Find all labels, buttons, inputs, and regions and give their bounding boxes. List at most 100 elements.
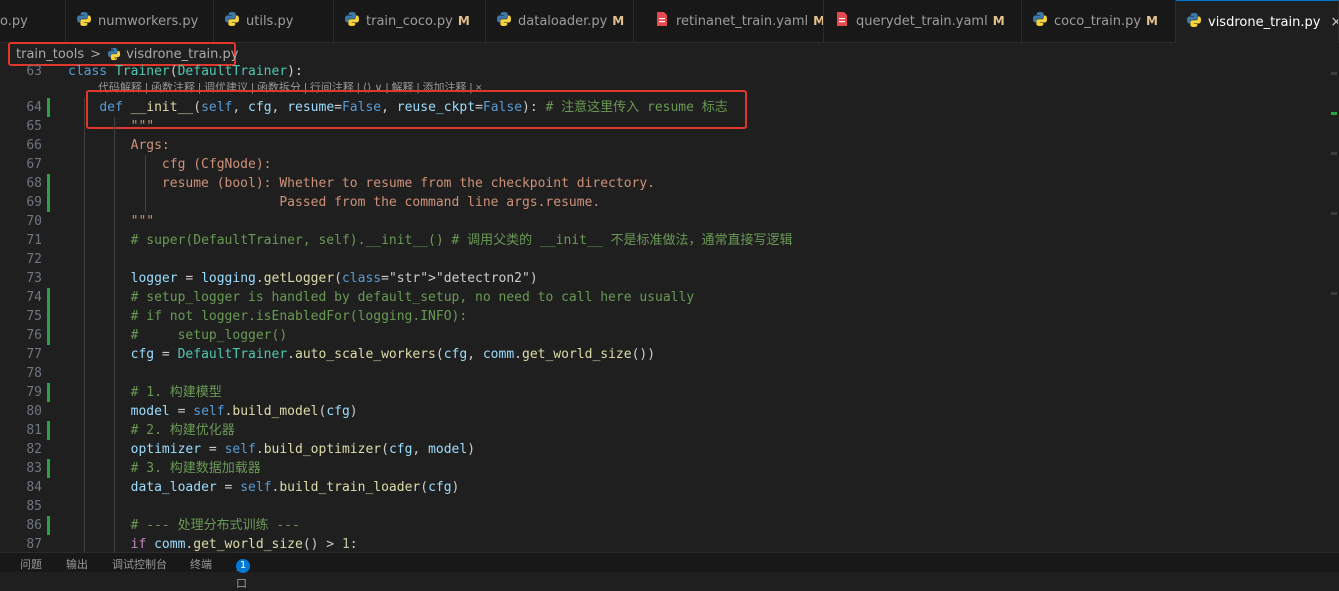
- code-line[interactable]: 69 Passed from the command line args.res…: [0, 193, 1330, 212]
- tab-o-py[interactable]: o.py: [0, 0, 66, 42]
- breadcrumb-file[interactable]: visdrone_train.py: [107, 47, 238, 62]
- code-line[interactable]: 81 # 2. 构建优化器: [0, 421, 1330, 440]
- yaml-icon: [834, 11, 856, 31]
- tab-label: utils.py: [246, 13, 294, 29]
- code-line[interactable]: 84 data_loader = self.build_train_loader…: [0, 478, 1330, 497]
- line-number: 76: [26, 328, 42, 343]
- panel-tab-bar: 问题 输出 调试控制台 终端 端口 1: [0, 552, 1339, 590]
- code-line[interactable]: 71 # super(DefaultTrainer, self).__init_…: [0, 231, 1330, 250]
- tab-coco-train-py[interactable]: coco_train.py M: [1022, 0, 1176, 42]
- code-text: """: [68, 214, 155, 229]
- indent-guide: [114, 117, 115, 554]
- line-number: 71: [26, 233, 42, 248]
- modified-indicator: M: [1146, 14, 1158, 28]
- indent-guide: [145, 155, 146, 212]
- tab-label: visdrone_train.py: [1208, 14, 1321, 30]
- code-line[interactable]: 65 """: [0, 117, 1330, 136]
- code-line[interactable]: 83 # 3. 构建数据加载器: [0, 459, 1330, 478]
- code-line[interactable]: 75 # if not logger.isEnabledFor(logging.…: [0, 307, 1330, 326]
- code-line[interactable]: 86 # --- 处理分布式训练 ---: [0, 516, 1330, 535]
- code-line[interactable]: 64 def __init__(self, cfg, resume=False,…: [0, 98, 1330, 117]
- code-text: """: [68, 119, 155, 134]
- tab-label: dataloader.py: [518, 13, 608, 29]
- code-line[interactable]: 77 cfg = DefaultTrainer.auto_scale_worke…: [0, 345, 1330, 364]
- code-text: def __init__(self, cfg, resume=False, re…: [99, 100, 728, 115]
- line-number: 85: [26, 499, 42, 514]
- tab-label: o.py: [0, 13, 28, 29]
- yaml-icon: [654, 11, 676, 31]
- tab-numworkers-py[interactable]: numworkers.py: [66, 0, 214, 42]
- code-line[interactable]: 79 # 1. 构建模型: [0, 383, 1330, 402]
- code-line[interactable]: 74 # setup_logger is handled by default_…: [0, 288, 1330, 307]
- python-icon: [76, 11, 98, 31]
- python-icon: [344, 11, 366, 31]
- git-added-marker: [47, 288, 50, 307]
- code-text: # setup_logger(): [130, 328, 288, 343]
- git-added-marker: [47, 383, 50, 402]
- code-line[interactable]: 78: [0, 364, 1330, 383]
- tab-label: coco_train.py: [1054, 13, 1142, 29]
- code-line[interactable]: 72: [0, 250, 1330, 269]
- code-text: optimizer = self.build_optimizer(cfg, mo…: [130, 442, 476, 457]
- line-number: 73: [26, 271, 42, 286]
- editor-scrollbar[interactable]: [1329, 62, 1339, 552]
- editor-tab-bar: o.py numworkers.py utils.py train_coco.py Md…: [0, 0, 1339, 43]
- line-number: 77: [26, 347, 42, 362]
- tab-label: numworkers.py: [98, 13, 199, 29]
- breadcrumb-folder[interactable]: train_tools: [16, 47, 84, 62]
- line-number: 65: [26, 119, 42, 134]
- line-number: 68: [26, 176, 42, 191]
- python-icon: [107, 47, 121, 61]
- line-number: 81: [26, 423, 42, 438]
- panel-tab-problems[interactable]: 问题: [20, 556, 42, 572]
- code-text: # if not logger.isEnabledFor(logging.INF…: [130, 309, 468, 324]
- code-line[interactable]: 70 """: [0, 212, 1330, 231]
- breadcrumb-file-label: visdrone_train.py: [126, 46, 239, 62]
- code-line[interactable]: 63 class Trainer(DefaultTrainer):: [0, 62, 1330, 81]
- code-line[interactable]: 68 resume (bool): Whether to resume from…: [0, 174, 1330, 193]
- tab-utils-py[interactable]: utils.py: [214, 0, 334, 42]
- code-line[interactable]: 82 optimizer = self.build_optimizer(cfg,…: [0, 440, 1330, 459]
- python-icon: [1032, 11, 1054, 31]
- code-line[interactable]: 66 Args:: [0, 136, 1330, 155]
- panel-tab-terminal[interactable]: 终端: [190, 556, 212, 572]
- code-editor[interactable]: 代码解释 | 函数注释 | 调优建议 | 函数拆分 | 行间注释 | ⟨⟩ ∨ …: [0, 62, 1339, 554]
- tab-querydet-train-yaml[interactable]: querydet_train.yaml M: [824, 0, 1022, 42]
- code-text: # setup_logger is handled by default_set…: [130, 290, 695, 305]
- tab-retinanet-train-yaml[interactable]: retinanet_train.yaml M: [644, 0, 824, 42]
- git-added-marker: [47, 98, 50, 117]
- python-icon: [224, 11, 246, 31]
- close-icon[interactable]: ×: [1330, 14, 1338, 30]
- line-number: 79: [26, 385, 42, 400]
- line-number: 80: [26, 404, 42, 419]
- line-number: 84: [26, 480, 42, 495]
- modified-indicator: M: [813, 14, 824, 28]
- code-line[interactable]: 80 model = self.build_model(cfg): [0, 402, 1330, 421]
- git-added-marker: [47, 421, 50, 440]
- git-added-marker: [47, 326, 50, 345]
- code-line[interactable]: 76 # setup_logger(): [0, 326, 1330, 345]
- modified-indicator: M: [457, 14, 470, 28]
- panel-tab-output[interactable]: 输出: [66, 556, 88, 572]
- git-added-marker: [47, 459, 50, 478]
- tab-train-coco-py[interactable]: train_coco.py M: [334, 0, 486, 42]
- panel-tab-debug-console[interactable]: 调试控制台: [112, 556, 167, 572]
- line-number: 63: [26, 64, 42, 79]
- tab-visdrone-train-py[interactable]: visdrone_train.py ×: [1176, 0, 1339, 43]
- git-added-marker: [47, 193, 50, 212]
- code-text: # 3. 构建数据加载器: [130, 461, 261, 476]
- code-line[interactable]: 67 cfg (CfgNode):: [0, 155, 1330, 174]
- line-number: 64: [26, 100, 42, 115]
- code-text: resume (bool): Whether to resume from th…: [68, 176, 655, 191]
- tab-dataloader-py[interactable]: dataloader.py M: [486, 0, 634, 42]
- code-line[interactable]: 85: [0, 497, 1330, 516]
- code-text: class Trainer(DefaultTrainer):: [68, 64, 303, 79]
- code-text: cfg = DefaultTrainer.auto_scale_workers(…: [130, 347, 656, 362]
- code-text: # super(DefaultTrainer, self).__init__()…: [130, 233, 793, 248]
- line-number: 70: [26, 214, 42, 229]
- tab-label: querydet_train.yaml: [856, 13, 988, 29]
- code-line[interactable]: 73 logger = logging.getLogger(class="str…: [0, 269, 1330, 288]
- git-added-marker: [47, 174, 50, 193]
- code-text: data_loader = self.build_train_loader(cf…: [130, 480, 460, 495]
- modified-indicator: M: [992, 14, 1005, 28]
